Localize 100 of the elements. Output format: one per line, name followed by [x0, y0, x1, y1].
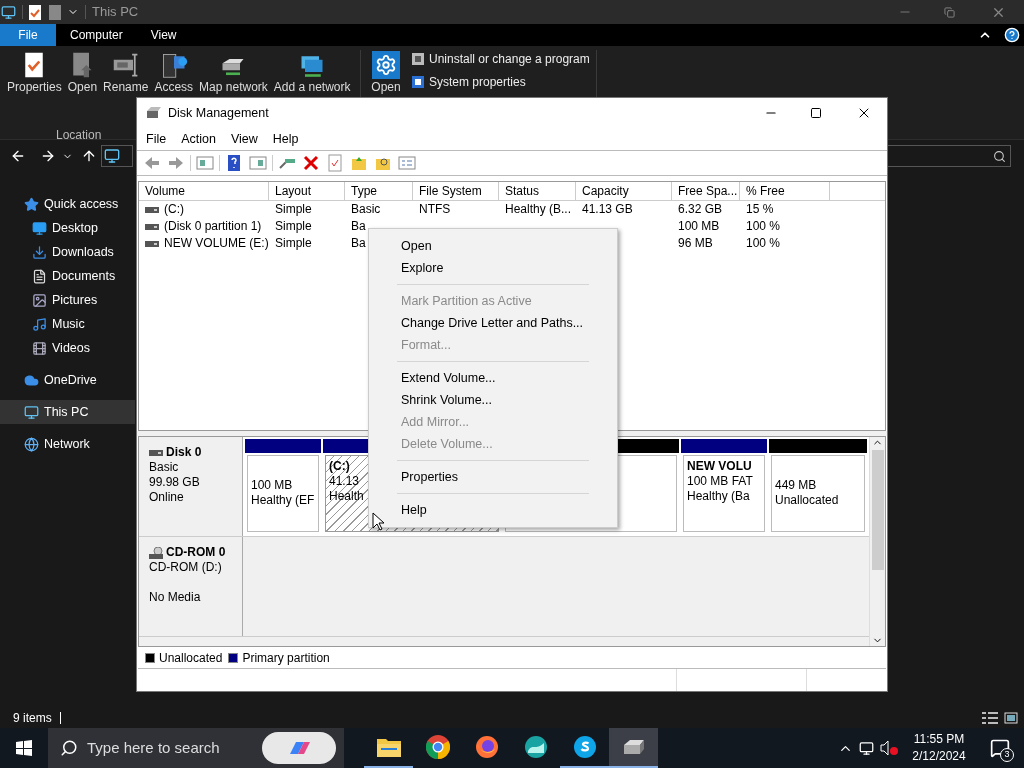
ribbon-button[interactable]: Properties — [6, 51, 63, 94]
column-header[interactable]: Layout — [269, 182, 345, 200]
nav-item[interactable]: Videos — [0, 336, 135, 360]
disk-info: Basic — [149, 460, 180, 475]
delete-icon[interactable] — [302, 154, 320, 172]
menu-item[interactable]: Help — [369, 499, 617, 521]
table-cell: NTFS — [419, 201, 451, 218]
search-field[interactable] — [887, 145, 1011, 167]
disk-drive-icon — [621, 737, 646, 757]
menu-item[interactable]: Properties — [369, 466, 617, 488]
table-cell: 100 % — [746, 218, 781, 235]
menu-item[interactable]: Change Drive Letter and Paths... — [369, 312, 617, 334]
partition-info: Healthy (EF — [251, 493, 315, 508]
panel-icon[interactable] — [249, 154, 267, 172]
menu-item[interactable]: Shrink Volume... — [369, 389, 617, 411]
network-icon[interactable] — [859, 740, 874, 756]
nav-item[interactable]: Desktop — [0, 216, 135, 240]
column-header[interactable]: File System — [413, 182, 499, 200]
mouse-cursor-icon — [372, 512, 384, 531]
wave-logo-icon — [523, 735, 548, 759]
folder-icon — [376, 737, 401, 757]
chrome-logo-icon — [425, 735, 450, 759]
restore-icon[interactable] — [944, 6, 955, 18]
menu-item[interactable]: Help — [272, 129, 299, 149]
ribbon-tab[interactable]: View — [136, 24, 191, 46]
ribbon-button[interactable]: Access — [153, 51, 195, 94]
address-bar[interactable] — [101, 145, 133, 167]
globe-icon — [24, 436, 39, 452]
nav-item[interactable]: Music — [0, 312, 135, 336]
document-icon[interactable] — [49, 4, 61, 20]
checked-document-icon[interactable] — [29, 4, 41, 20]
column-header[interactable]: Status — [499, 182, 576, 200]
menu-item[interactable]: Explore — [369, 257, 617, 279]
copilot-button-icon[interactable] — [262, 732, 336, 764]
menu-item[interactable]: Action — [181, 129, 216, 149]
ribbon-link[interactable]: System properties — [411, 72, 590, 92]
forward-arrow-icon[interactable] — [40, 148, 56, 164]
desktop-icon — [32, 220, 47, 236]
ribbon-button[interactable]: Map network — [198, 51, 269, 94]
menu-item[interactable]: File — [146, 129, 167, 149]
settings-button[interactable]: Open — [369, 51, 403, 94]
cloud-icon — [24, 372, 39, 388]
table-cell: 100 % — [746, 235, 781, 252]
details-view-icon[interactable] — [982, 711, 998, 724]
menu-item[interactable]: View — [230, 129, 258, 149]
muted-speaker-icon[interactable] — [880, 740, 898, 756]
table-cell: (Disk 0 partition 1) — [164, 218, 262, 235]
skype-logo-icon — [572, 735, 597, 759]
search-placeholder: Type here to search — [87, 737, 221, 758]
partition[interactable]: 449 MB Unallocated — [771, 455, 865, 532]
help-icon[interactable] — [225, 154, 243, 172]
checked-document-icon[interactable] — [326, 154, 344, 172]
column-header[interactable]: % Free — [740, 182, 830, 200]
partition[interactable]: 100 MB Healthy (EF — [247, 455, 319, 532]
film-icon — [32, 340, 47, 356]
ribbon-button[interactable]: Add a network — [272, 51, 352, 94]
panel-icon[interactable] — [196, 154, 214, 172]
maximize-icon[interactable] — [810, 107, 822, 119]
clock[interactable]: 11:55 PM 2/12/2024 — [902, 731, 976, 765]
nav-item[interactable]: Network — [0, 432, 135, 456]
monitor-check-icon — [411, 75, 425, 89]
windows-logo-icon[interactable] — [16, 740, 32, 756]
taskbar-app[interactable] — [609, 728, 658, 768]
ribbon-tab[interactable]: File — [0, 24, 56, 46]
star-icon — [24, 196, 39, 212]
nav-item[interactable]: This PC — [0, 400, 135, 424]
help-icon[interactable] — [1004, 27, 1020, 43]
scrollbar[interactable] — [869, 437, 885, 646]
ribbon-button[interactable]: Rename — [102, 51, 150, 94]
partition[interactable]: NEW VOLU 100 MB FAT Healthy (Ba — [683, 455, 765, 532]
drive-icon — [145, 240, 159, 247]
program-box-icon — [411, 52, 425, 66]
nav-item[interactable]: Quick access — [0, 192, 135, 216]
nav-item[interactable]: OneDrive — [0, 368, 135, 392]
ribbon-button[interactable]: Open — [66, 51, 99, 94]
nav-item[interactable]: Pictures — [0, 288, 135, 312]
menu-item[interactable]: Open — [369, 235, 617, 257]
search-icon — [60, 739, 78, 757]
nav-item[interactable]: Documents — [0, 264, 135, 288]
item-count: 9 items — [13, 709, 52, 727]
partition-info: Health — [329, 489, 364, 504]
partition-label: NEW VOLU — [687, 459, 752, 474]
taskbar-search-field[interactable]: Type here to search — [48, 728, 344, 768]
ribbon-link[interactable]: Uninstall or change a program — [411, 49, 590, 69]
drive-icon — [145, 223, 159, 230]
back-arrow-icon[interactable] — [10, 148, 26, 164]
table-cell: Simple — [275, 201, 312, 218]
disk-info: 99.98 GB — [149, 475, 201, 490]
menu-item[interactable]: Extend Volume... — [369, 367, 617, 389]
nav-item[interactable]: Downloads — [0, 240, 135, 264]
large-icons-view-icon[interactable] — [1004, 711, 1018, 724]
column-header[interactable]: Capacity — [576, 182, 672, 200]
table-cell: 41.13 GB — [582, 201, 633, 218]
ribbon-tab[interactable]: Computer — [56, 24, 137, 46]
document-icon — [32, 268, 47, 284]
column-header[interactable]: Type — [345, 182, 413, 200]
disk-name: CD-ROM 0 — [166, 545, 226, 560]
column-header[interactable]: Free Spa... — [672, 182, 740, 200]
cd-drive-icon — [149, 546, 163, 559]
column-header[interactable]: Volume — [139, 182, 269, 200]
